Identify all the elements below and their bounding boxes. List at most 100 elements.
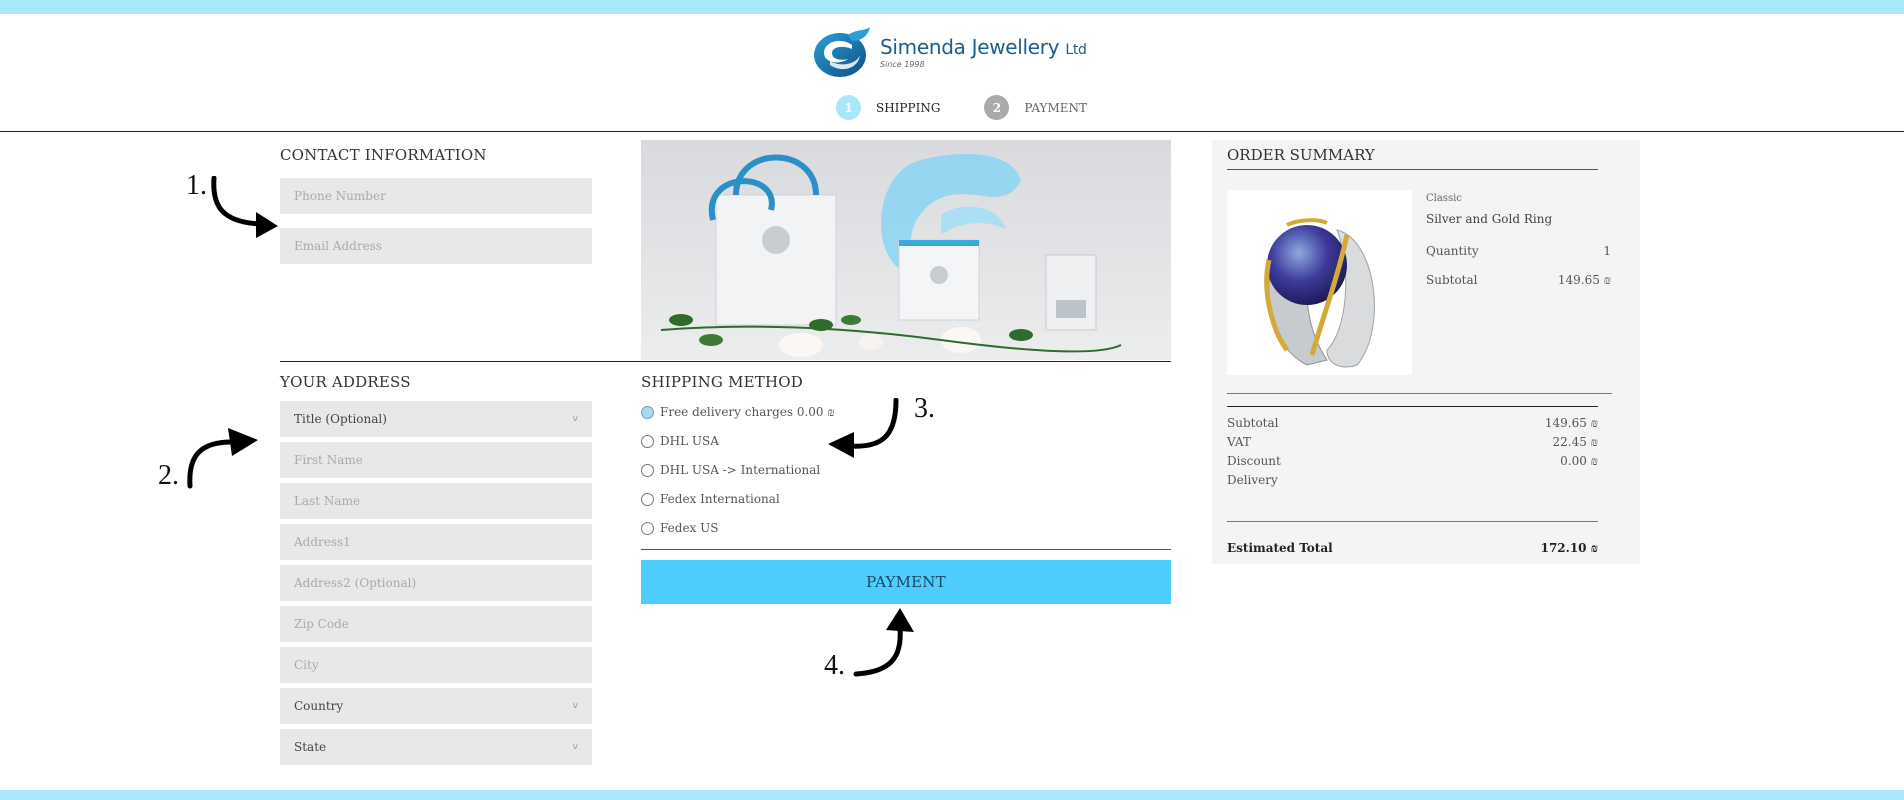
annotation-4: 4. bbox=[824, 650, 845, 681]
shipping-option-dhl-usa[interactable]: DHL USA bbox=[641, 434, 719, 448]
radio-button[interactable] bbox=[641, 406, 654, 419]
totals-label: Subtotal bbox=[1227, 416, 1279, 430]
product-subtotal-value: 149.65 ₪ bbox=[1557, 273, 1611, 287]
annotation-1: 1. bbox=[186, 170, 207, 201]
address2-input[interactable]: Address2 (Optional) bbox=[280, 565, 592, 601]
zip-code-placeholder: Zip Code bbox=[294, 617, 349, 631]
totals-row-delivery: Delivery bbox=[1227, 473, 1598, 487]
shipping-option-label: DHL USA -> International bbox=[660, 463, 821, 477]
country-select-value: Country bbox=[294, 699, 344, 713]
radio-button[interactable] bbox=[641, 521, 654, 535]
phone-placeholder: Phone Number bbox=[294, 189, 386, 203]
totals-row-subtotal: Subtotal 149.65 ₪ bbox=[1227, 416, 1598, 431]
estimated-total-row: Estimated Total 172.10 ₪ bbox=[1227, 541, 1598, 556]
shipping-section-title: SHIPPING METHOD bbox=[641, 373, 803, 391]
contact-section-title: CONTACT INFORMATION bbox=[280, 146, 487, 164]
quantity-value: 1 bbox=[1603, 244, 1611, 258]
city-placeholder: City bbox=[294, 658, 319, 672]
shipping-option-label: Fedex International bbox=[660, 492, 780, 506]
section-divider bbox=[280, 361, 1171, 362]
last-name-input[interactable]: Last Name bbox=[280, 483, 592, 519]
header-divider bbox=[0, 131, 1904, 132]
shipping-option-fedex-us[interactable]: Fedex US bbox=[641, 521, 718, 535]
product-image bbox=[1227, 190, 1412, 375]
radio-button[interactable] bbox=[641, 434, 654, 448]
address1-placeholder: Address1 bbox=[294, 535, 351, 549]
phone-input[interactable]: Phone Number bbox=[280, 178, 592, 214]
product-quantity-row: Quantity 1 bbox=[1426, 244, 1611, 258]
step-label: SHIPPING bbox=[876, 100, 941, 115]
brand-name-text: Simenda Jewellery bbox=[880, 35, 1060, 59]
product-category: Classic bbox=[1426, 193, 1462, 204]
shipping-option-dhl-international[interactable]: DHL USA -> International bbox=[641, 463, 820, 477]
email-input[interactable]: Email Address bbox=[280, 228, 592, 264]
first-name-input[interactable]: First Name bbox=[280, 442, 592, 478]
title-select[interactable]: Title (Optional) v bbox=[280, 401, 592, 437]
zip-code-input[interactable]: Zip Code bbox=[280, 606, 592, 642]
chevron-down-icon: v bbox=[572, 414, 578, 424]
last-name-placeholder: Last Name bbox=[294, 494, 361, 508]
annotation-arrow-1-icon bbox=[211, 176, 278, 238]
title-select-value: Title (Optional) bbox=[294, 412, 387, 426]
summary-title-divider bbox=[1227, 169, 1598, 170]
brand-logo[interactable]: Simenda Jewellery Ltd Since 1998 bbox=[812, 24, 1102, 80]
totals-row-vat: VAT 22.45 ₪ bbox=[1227, 435, 1598, 450]
state-select-value: State bbox=[294, 740, 327, 754]
estimated-total-value: 172.10 ₪ bbox=[1540, 541, 1598, 555]
shipping-option-label: Fedex US bbox=[660, 521, 719, 535]
product-name: Silver and Gold Ring bbox=[1426, 212, 1553, 226]
top-accent-bar bbox=[0, 0, 1904, 14]
brand-name: Simenda Jewellery Ltd bbox=[880, 35, 1087, 59]
shipping-option-label: DHL USA bbox=[660, 434, 719, 448]
product-subtotal-row: Subtotal 149.65 ₪ bbox=[1426, 273, 1611, 288]
payment-button[interactable]: PAYMENT bbox=[641, 560, 1171, 604]
order-summary-title: ORDER SUMMARY bbox=[1227, 146, 1375, 164]
radio-button[interactable] bbox=[641, 463, 654, 477]
email-placeholder: Email Address bbox=[294, 239, 382, 253]
promo-banner-image bbox=[641, 140, 1171, 360]
logo-swirl-icon bbox=[814, 27, 870, 77]
bottom-accent-bar bbox=[0, 790, 1904, 800]
chevron-down-icon: v bbox=[572, 701, 578, 711]
shipping-divider bbox=[641, 549, 1171, 550]
summary-divider bbox=[1227, 521, 1598, 522]
state-select[interactable]: State v bbox=[280, 729, 592, 765]
checkout-steps: 1 SHIPPING 2 PAYMENT bbox=[836, 95, 1087, 120]
totals-value: 22.45 ₪ bbox=[1552, 435, 1598, 449]
summary-divider bbox=[1227, 393, 1612, 394]
totals-label: Delivery bbox=[1227, 473, 1278, 487]
totals-label: VAT bbox=[1227, 435, 1251, 449]
summary-divider bbox=[1227, 406, 1598, 407]
shipping-option-free[interactable]: Free delivery charges 0.00 ₪ bbox=[641, 405, 835, 420]
quantity-label: Quantity bbox=[1426, 244, 1479, 258]
ring-illustration bbox=[1264, 218, 1375, 368]
shipping-option-label: Free delivery charges 0.00 ₪ bbox=[660, 405, 835, 419]
banner-illustration bbox=[660, 154, 1122, 357]
step-label: PAYMENT bbox=[1024, 100, 1088, 115]
annotation-2: 2. bbox=[158, 460, 179, 491]
shipping-option-fedex-international[interactable]: Fedex International bbox=[641, 492, 780, 506]
step-payment[interactable]: 2 PAYMENT bbox=[984, 95, 1087, 120]
totals-label: Discount bbox=[1227, 454, 1281, 468]
brand-since: Since 1998 bbox=[880, 60, 925, 69]
first-name-placeholder: First Name bbox=[294, 453, 363, 467]
step-number: 2 bbox=[984, 95, 1010, 120]
annotation-arrow-4-icon bbox=[853, 608, 914, 677]
annotation-arrow-3-icon bbox=[828, 398, 899, 458]
order-summary-panel: ORDER SUMMARY Classic Silver and Gold Ri… bbox=[1212, 140, 1640, 564]
address2-placeholder: Address2 (Optional) bbox=[294, 576, 417, 590]
step-shipping[interactable]: 1 SHIPPING bbox=[836, 95, 940, 120]
annotation-3: 3. bbox=[914, 393, 935, 424]
totals-value: 0.00 ₪ bbox=[1560, 454, 1598, 468]
country-select[interactable]: Country v bbox=[280, 688, 592, 724]
totals-row-discount: Discount 0.00 ₪ bbox=[1227, 454, 1598, 469]
totals-value: 149.65 ₪ bbox=[1544, 416, 1598, 430]
radio-button[interactable] bbox=[641, 492, 654, 506]
annotation-arrow-2-icon bbox=[187, 428, 258, 489]
chevron-down-icon: v bbox=[572, 742, 578, 752]
city-input[interactable]: City bbox=[280, 647, 592, 683]
brand-suffix: Ltd bbox=[1065, 42, 1087, 58]
address1-input[interactable]: Address1 bbox=[280, 524, 592, 560]
step-number: 1 bbox=[836, 95, 861, 120]
address-section-title: YOUR ADDRESS bbox=[280, 373, 411, 391]
